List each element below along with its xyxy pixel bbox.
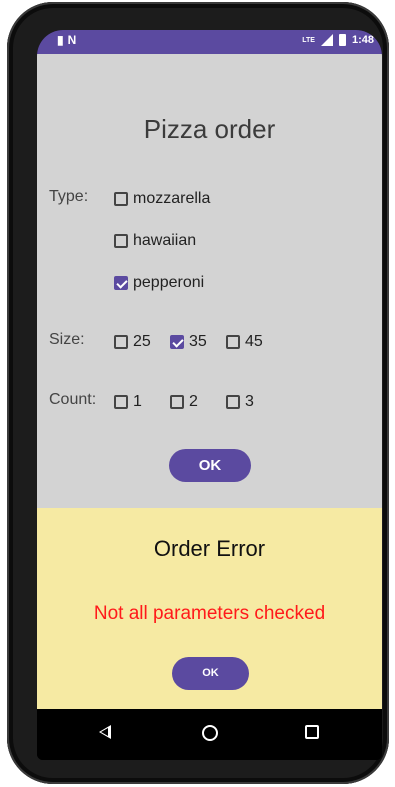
checkbox-box[interactable] bbox=[114, 192, 128, 206]
dialog-title: Order Error bbox=[153, 536, 266, 561]
dialog-ok-button[interactable]: OK bbox=[172, 657, 249, 690]
dialog-message: Not all parameters checked bbox=[93, 603, 326, 624]
checkbox-label: 3 bbox=[245, 393, 254, 410]
status-time: 1:48 bbox=[351, 34, 374, 46]
size-label: Size: bbox=[49, 331, 85, 348]
checkbox-label: 35 bbox=[189, 333, 207, 350]
checkbox-label: 1 bbox=[133, 393, 142, 410]
checkbox-label: pepperoni bbox=[133, 274, 205, 291]
status-right: LTE 1:48 bbox=[302, 34, 374, 46]
count-label: Count: bbox=[49, 391, 97, 408]
type-label: Type: bbox=[49, 188, 89, 205]
checkbox-box[interactable] bbox=[226, 395, 240, 409]
signal-icon bbox=[320, 34, 333, 46]
checkbox-count-2[interactable]: 2 bbox=[170, 393, 198, 411]
checkbox-box-checked[interactable] bbox=[170, 335, 184, 349]
phone-screen: ▮ N LTE 1:48 Pizza order Type: mozzarell… bbox=[37, 30, 382, 760]
checkbox-box[interactable] bbox=[114, 395, 128, 409]
checkbox-count-3[interactable]: 3 bbox=[226, 393, 254, 411]
recent-apps-icon[interactable] bbox=[305, 725, 319, 739]
checkbox-size-45[interactable]: 45 bbox=[226, 333, 263, 351]
checkbox-count-1[interactable]: 1 bbox=[114, 393, 142, 411]
checkbox-label: 45 bbox=[245, 333, 263, 350]
n-icon: N bbox=[67, 33, 77, 47]
checkbox-label: 2 bbox=[189, 393, 198, 410]
checkbox-box-checked[interactable] bbox=[114, 276, 128, 290]
back-icon[interactable] bbox=[99, 725, 111, 739]
status-left-icons: ▮ N bbox=[57, 33, 76, 47]
checkbox-mozzarella[interactable]: mozzarella bbox=[114, 190, 210, 208]
checkbox-size-25[interactable]: 25 bbox=[114, 333, 151, 351]
checkbox-box[interactable] bbox=[226, 335, 240, 349]
checkbox-hawaiian[interactable]: hawaiian bbox=[114, 232, 196, 250]
checkbox-box[interactable] bbox=[114, 335, 128, 349]
sim-icon: ▮ bbox=[57, 33, 64, 47]
checkbox-box[interactable] bbox=[114, 234, 128, 248]
ok-button[interactable]: OK bbox=[169, 449, 251, 482]
phone-frame: ▮ N LTE 1:48 Pizza order Type: mozzarell… bbox=[7, 2, 389, 784]
pizza-order-screen: Pizza order Type: mozzarella hawaiian pe… bbox=[37, 54, 382, 710]
checkbox-pepperoni[interactable]: pepperoni bbox=[114, 274, 204, 292]
status-bar: ▮ N LTE 1:48 bbox=[37, 30, 382, 54]
network-label: LTE bbox=[302, 36, 315, 44]
checkbox-size-35[interactable]: 35 bbox=[170, 333, 207, 351]
battery-icon bbox=[338, 34, 346, 46]
navigation-bar bbox=[37, 709, 382, 760]
order-error-dialog: Order Error Not all parameters checked O… bbox=[37, 508, 382, 710]
checkbox-box[interactable] bbox=[170, 395, 184, 409]
checkbox-label: 25 bbox=[133, 333, 151, 350]
checkbox-label: mozzarella bbox=[133, 190, 211, 207]
home-icon[interactable] bbox=[202, 725, 218, 741]
page-title: Pizza order bbox=[143, 114, 276, 144]
checkbox-label: hawaiian bbox=[133, 232, 197, 249]
